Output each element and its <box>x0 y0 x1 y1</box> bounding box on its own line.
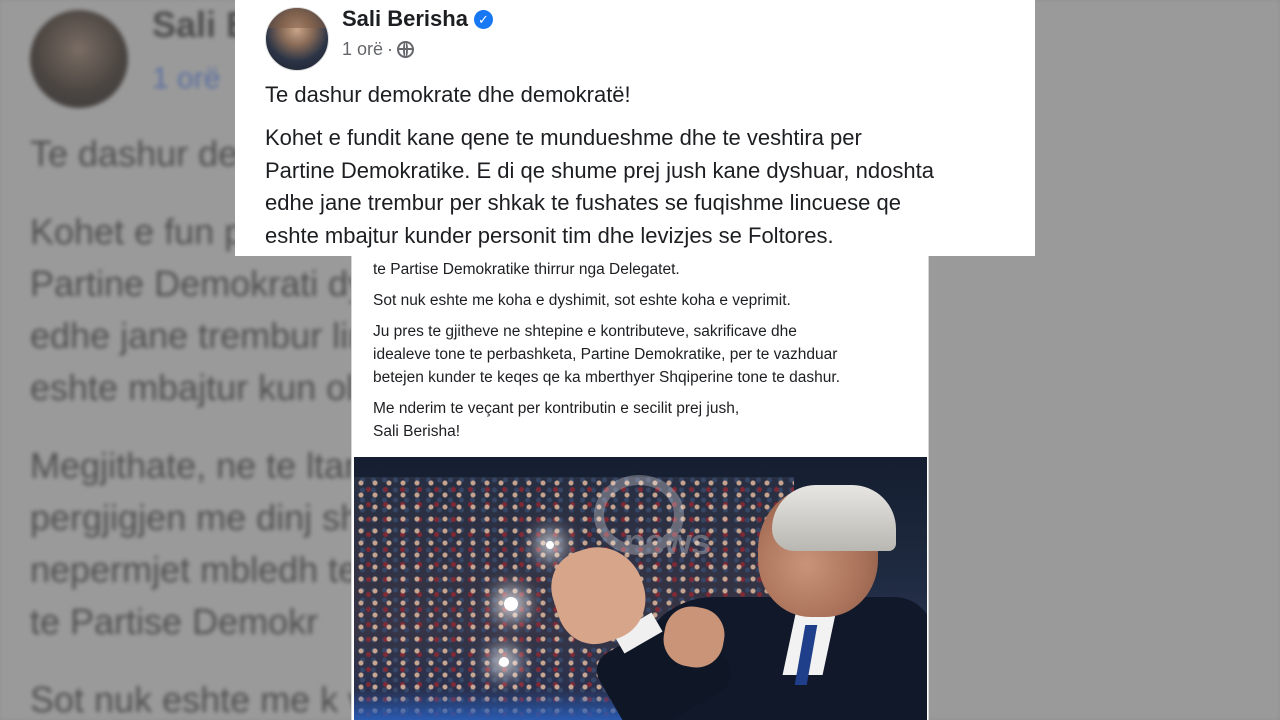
continuation-line: betejen kunder te keqes qe ka mberthyer … <box>373 369 841 386</box>
closing-line: Me nderim te veçant per kontributin e se… <box>373 400 740 417</box>
post-meta: 1 orë · <box>342 39 415 60</box>
post-greeting: Te dashur demokrate dhe demokratë! <box>265 82 631 107</box>
author-avatar[interactable] <box>265 7 329 71</box>
post-paragraph: Kohet e fundit kane qene te mundueshme d… <box>265 122 1025 252</box>
globe-icon <box>397 41 415 58</box>
stage-light <box>546 541 554 549</box>
paragraph-line: Partine Demokratike. E di qe shume prej … <box>265 157 934 183</box>
continuation-text: te Partise Demokratike thirrur nga Deleg… <box>373 256 923 443</box>
speaker-hair <box>772 485 896 551</box>
post-time[interactable]: 1 orë <box>342 39 383 60</box>
post-header-card: Sali Berisha ✓ 1 orë · Te dashur demokra… <box>235 0 1035 256</box>
continuation-line: Sot nuk eshte me koha e dyshimit, sot es… <box>373 292 791 309</box>
signature-line: Sali Berisha! <box>373 423 461 440</box>
continuation-line: te Partise Demokratike thirrur nga Deleg… <box>373 261 680 278</box>
stage-light <box>499 657 509 667</box>
author-row: Sali Berisha ✓ <box>342 6 493 32</box>
verified-badge-icon: ✓ <box>473 9 493 29</box>
stage-light <box>504 597 518 611</box>
separator-dot: · <box>387 39 394 59</box>
background-avatar <box>30 10 128 108</box>
paragraph-line: edhe jane trembur per shkak te fushates … <box>265 190 901 215</box>
watermark-text: news <box>624 521 711 562</box>
post-continuation-card: te Partise Demokratike thirrur nga Deleg… <box>351 256 929 720</box>
continuation-line: Ju pres te gjitheve ne shtepine e kontri… <box>373 323 797 340</box>
paragraph-line: Kohet e fundit kane qene te mundueshme d… <box>265 125 862 150</box>
paragraph-line: eshte mbajtur kunder personit tim dhe le… <box>265 222 834 248</box>
post-photo[interactable]: news <box>354 457 927 720</box>
author-name[interactable]: Sali Berisha <box>342 6 468 32</box>
background-time: 1 orë <box>152 62 221 95</box>
news-watermark: news <box>564 467 724 567</box>
continuation-line: idealeve tone te perbashketa, Partine De… <box>373 346 838 363</box>
